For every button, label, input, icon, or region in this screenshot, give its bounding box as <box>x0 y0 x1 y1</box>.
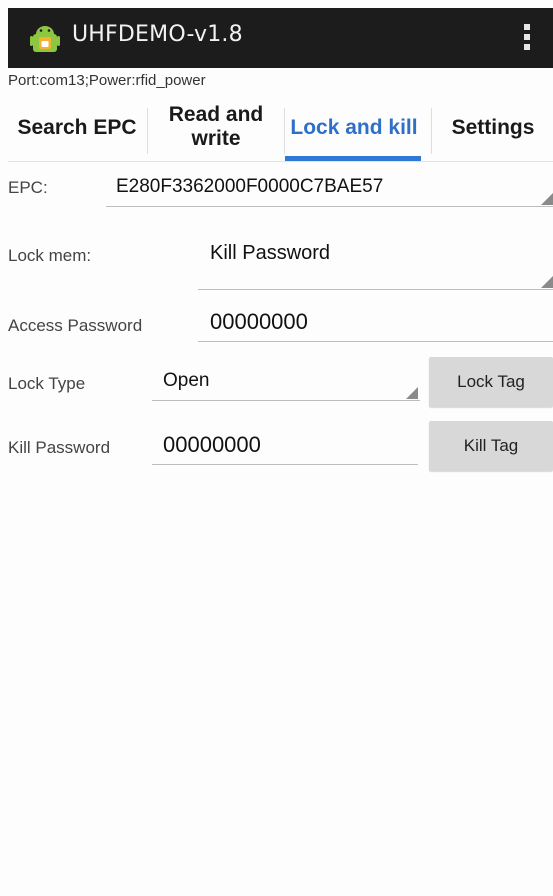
dropdown-arrow-icon <box>406 387 418 399</box>
tabs-divider <box>8 161 553 162</box>
android-app-icon <box>30 26 60 52</box>
lock-mem-value: Kill Password <box>210 242 331 264</box>
lock-mem-label: Lock mem: <box>8 246 92 265</box>
epc-value: E280F3362000F0000C7BAE57 <box>116 176 384 197</box>
lock-type-spinner[interactable]: Open <box>152 366 420 402</box>
kill-password-underline <box>152 464 418 465</box>
action-bar: UHFDEMO-v1.8 <box>8 8 553 68</box>
access-password-value: 00000000 <box>210 309 308 334</box>
epc-underline <box>106 206 553 207</box>
tab-read-and-write[interactable]: Read and write <box>154 98 278 156</box>
access-password-underline <box>198 341 553 342</box>
lock-mem-underline <box>198 289 553 290</box>
tab-label: Lock and kill <box>290 116 418 139</box>
app-title: UHFDEMO-v1.8 <box>72 22 243 47</box>
kill-password-input[interactable]: 00000000 <box>152 428 420 468</box>
tab-label: Search EPC <box>17 116 137 139</box>
epc-spinner[interactable]: E280F3362000F0000C7BAE57 <box>106 170 553 210</box>
lock-type-underline <box>152 400 420 401</box>
tab-divider <box>431 108 432 154</box>
tab-search-epc[interactable]: Search EPC <box>8 108 146 148</box>
lock-type-label: Lock Type <box>8 374 86 393</box>
tab-settings[interactable]: Settings <box>436 108 550 148</box>
access-password-label: Access Password <box>8 316 143 335</box>
kill-password-label: Kill Password <box>8 438 111 457</box>
kill-tag-label: Kill Tag <box>463 436 519 455</box>
overflow-menu-icon[interactable] <box>523 24 531 52</box>
tab-label: Settings <box>451 116 535 139</box>
lock-mem-spinner[interactable]: Kill Password <box>198 236 553 292</box>
tab-label: Read and write <box>168 103 264 150</box>
tab-divider <box>147 108 148 154</box>
access-password-input[interactable]: 00000000 <box>198 304 553 344</box>
epc-label: EPC: <box>8 178 48 197</box>
lock-tag-label: Lock Tag <box>457 372 525 391</box>
port-status-text: Port:com13;Power:rfid_power <box>8 72 206 89</box>
dropdown-arrow-icon <box>541 193 553 205</box>
tab-lock-and-kill[interactable]: Lock and kill <box>284 108 424 148</box>
kill-tag-button[interactable]: Kill Tag <box>429 421 553 471</box>
kill-password-value: 00000000 <box>163 432 261 457</box>
dropdown-arrow-icon <box>541 276 553 288</box>
lock-tag-button[interactable]: Lock Tag <box>429 357 553 407</box>
screen: UHFDEMO-v1.8 Port:com13;Power:rfid_power… <box>0 0 553 896</box>
lock-type-value: Open <box>163 370 210 391</box>
